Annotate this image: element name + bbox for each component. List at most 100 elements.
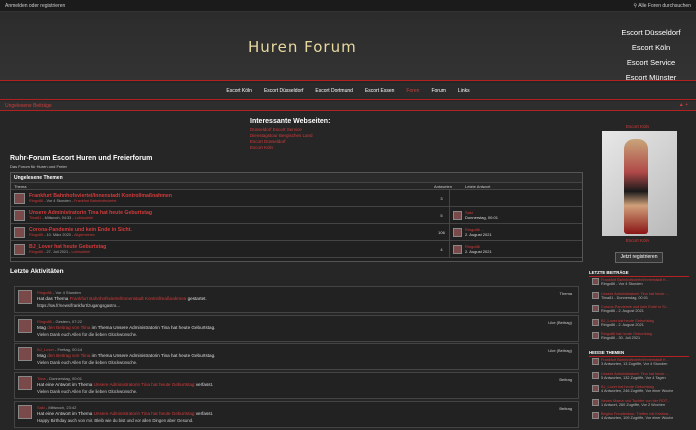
side-link-1[interactable]: Escort Köln [616,43,686,52]
divider [0,99,696,100]
nav-item-0[interactable]: Escort Köln [220,83,258,99]
thread-date: - 27. Juli 2021 - [43,250,72,254]
table-row[interactable]: Unsere Administratorin Tina hat heute Ge… [11,206,582,224]
last-reply: Saki Donnerstag, 00:01 [449,206,582,224]
answer-count: 4 [440,246,443,252]
last-reply: Ringo86 2. August 2021 [449,240,582,258]
unread-posts-link[interactable]: Ungelesene Beiträge [5,103,52,109]
activity-link[interactable]: Unsere Administratorin Tina hat heute Ge… [94,411,195,416]
thread-author[interactable]: Ringo86 [29,199,43,203]
sidebar-list-item[interactable]: Frankfurt Bahnhofsviertel/Innenstadt K..… [592,278,690,288]
thread-forum[interactable]: Frankfurt Bahnhofsviertel [74,199,116,203]
activity-meta: Saki - Mittwoch, 23:42 [37,405,517,410]
sidebar-list-item[interactable]: Unsere Administratorin Tina hat heute ..… [592,291,690,302]
activity-link[interactable]: Unsere Administratorin Tina hat heute Ge… [94,382,195,387]
activity-desc-post: verfasst. [194,382,214,387]
activity-link[interactable]: den Beitrag von Tiina [47,353,90,358]
sidebar-item-meta: Tiina81 - Donnerstag, 00:01 [601,295,648,300]
sidebar-list-item[interactable]: BJ_Lover hat heute Geburtstag Ringo86 - 2… [592,318,690,329]
sidebar-list-item[interactable]: Ringo86 hat heute Geburtstag Ringo86 - 30… [592,332,690,342]
scroll-icons[interactable]: ▲ + [679,102,688,108]
avatar[interactable] [592,278,599,285]
avatar[interactable] [453,210,462,220]
thread-author[interactable]: Tiina81 [29,216,41,220]
activity-user[interactable]: Saki [37,405,45,410]
activity-user[interactable]: Ringo86 [37,290,52,295]
activity-item: BJ_Lover - Freitag, 00:14 Mag den Beitra… [14,343,579,370]
thread-forum[interactable]: Lobhudelei [75,216,94,220]
thread-forum[interactable]: Lobhudelei [71,250,90,254]
nav-item-6[interactable]: Links [452,83,476,99]
avatar[interactable] [592,358,599,365]
avatar[interactable] [592,332,599,339]
sidebar-list-item[interactable]: Beginn Freudentour, Treffen mit Kristina… [592,412,690,422]
activity-user[interactable]: Tiina [37,376,46,381]
activity-meta: Tiina - Donnerstag, 00:01 [37,376,517,381]
avatar[interactable] [592,291,599,299]
avatar[interactable] [18,290,32,304]
activity-excerpt: Happy Birthday auch von mir. Bleib wie d… [37,418,194,423]
activities-title: Letzte Aktivitäten [10,268,64,275]
sidebar-list-item[interactable]: BJ_Lover hat heute Geburtstag 4 Antworten… [592,385,690,395]
nav-item-4[interactable]: Foren [400,83,425,99]
avatar[interactable] [14,243,25,255]
sidebar-item-text: BJ_Lover hat heute Geburtstag Ringo86 - 2… [601,319,654,329]
avatar[interactable] [592,412,599,419]
avatar[interactable] [14,226,25,238]
avatar[interactable] [592,318,599,326]
avatar[interactable] [18,347,32,361]
avatar[interactable] [453,244,462,254]
plus-icon[interactable]: + [685,102,688,108]
avatar[interactable] [592,305,599,312]
sidebar-list-item[interactable]: Frankfurt Bahnhofsviertel/Innenstadt K..… [592,358,690,368]
avatar[interactable] [18,405,32,419]
login-link[interactable]: Anmelden oder registrieren [5,3,65,9]
sidebar-list-item[interactable]: Corona-Pandemie und kein Ende in Si... Ri… [592,305,690,315]
avatar[interactable] [592,398,599,406]
nav-item-2[interactable]: Escort Dortmund [309,83,359,99]
avatar[interactable] [14,209,25,221]
thread-author[interactable]: Ringo86 [29,250,43,254]
search-link[interactable]: ⚲ Alle Foren durchsuchen [633,3,691,9]
register-button[interactable]: Jetzt registrieren [615,252,663,263]
activity-excerpt: Vielen Dank euch Allen für die lieben Gl… [37,332,138,337]
table-row[interactable]: Corona-Pandemie und kein Ende in Sicht. … [11,223,582,241]
sidebar-img-caption-bottom[interactable]: Escort Köln [626,238,649,243]
activity-link[interactable]: Frankfurt Bahnhofsviertel/Innenstadt Kon… [70,296,187,301]
nav-item-5[interactable]: Forum [425,83,451,99]
avatar[interactable] [18,319,32,333]
avatar[interactable] [14,192,25,204]
activity-desc: Mag den Beitrag von Tiina im Thema Unser… [37,353,517,358]
avatar[interactable] [592,385,599,392]
site-logo[interactable]: Huren Forum [248,38,357,56]
table-row[interactable]: Frankfurt Bahnhofsviertel/Innenstadt Kon… [11,189,582,207]
avatar[interactable] [592,371,599,379]
row-text: Corona-Pandemie und kein Ende in Sicht. … [29,227,434,237]
sidebar-item-meta: 4 Antworten, 246 Zugriffe, Vor einer Woc… [601,389,674,394]
table-row[interactable]: BJ_Lover hat heute Geburtstag Ringo86 - … [11,240,582,258]
sidebar-ad-image[interactable] [602,131,677,236]
last-reply-text: Ringo86 2. August 2021 [465,244,492,254]
avatar[interactable] [18,376,32,390]
unread-threads-box: Ungelesene Themen Thema Antworten Letzte… [10,172,583,262]
activity-desc-post: verfasst. [194,411,214,416]
activity-user[interactable]: BJ_Lover [37,347,54,352]
side-link-2[interactable]: Escort Service [616,58,686,67]
arrow-up-icon[interactable]: ▲ [679,102,684,108]
unread-header: Ungelesene Themen [11,173,582,183]
sidebar-img-caption-top[interactable]: Escort Köln [626,124,649,129]
avatar[interactable] [453,227,462,237]
activity-user[interactable]: Ringo86 [37,319,52,324]
activity-desc-post: im Thema Unsere Administratorin Tina hat… [90,353,216,358]
thread-author[interactable]: Ringo86 [29,233,43,237]
sidebar-list-item[interactable]: Unsere Administratorin Tina hat heute ..… [592,371,690,382]
interesting-link[interactable]: Escort Köln [250,145,330,151]
nav-item-1[interactable]: Escort Düsseldorf [258,83,309,99]
sidebar-item-text: BJ_Lover hat heute Geburtstag 4 Antworten… [601,385,673,395]
sidebar-list-item[interactable]: Neues Mama und Tochter von der ROT... 1 A… [592,398,690,409]
sidebar-item-text: Frankfurt Bahnhofsviertel/Innenstadt K..… [601,358,669,368]
thread-forum[interactable]: Allgemeines [74,233,95,237]
side-link-0[interactable]: Escort Düsseldorf [616,28,686,37]
nav-item-3[interactable]: Escort Essen [359,83,400,99]
activity-link[interactable]: den Beitrag von Tiina [47,325,90,330]
